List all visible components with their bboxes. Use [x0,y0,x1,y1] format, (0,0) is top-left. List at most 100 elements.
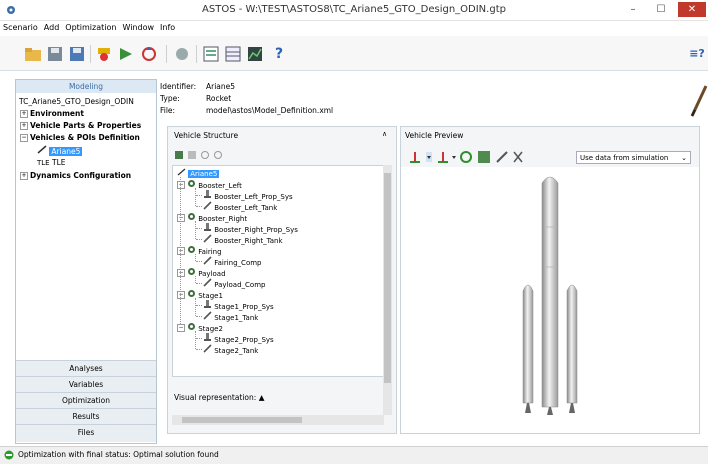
tree-node-tank[interactable]: Booster_Right_Tank [203,234,283,245]
close-button[interactable]: ✕ [678,2,706,17]
tree-node-group[interactable]: Payload [187,267,226,278]
tree-vertical-scrollbar[interactable] [383,165,392,415]
tree-node-propulsion[interactable]: Booster_Right_Prop_Sys [203,223,298,234]
engine-icon [204,333,211,341]
context-help-button[interactable]: ≡? [688,45,706,63]
menu-add[interactable]: Add [41,21,63,32]
collapse-panel-icon[interactable]: ∧ [382,130,387,138]
table-icon[interactable] [224,45,242,63]
save-as-icon[interactable] [68,45,86,63]
help-button[interactable]: ? [270,45,288,63]
visual-representation-label[interactable]: Visual representation: ▲ [174,393,264,402]
tank-icon [203,201,212,210]
tree-node-tank[interactable]: Stage2_Tank [203,344,258,355]
edit-pen-icon[interactable] [690,82,708,118]
plot-icon[interactable] [246,45,264,63]
mesh-view-icon[interactable] [478,151,490,163]
modeling-panel: Modeling TC_Ariane5_GTO_Design_ODIN + Env… [15,79,157,444]
rocket-model [522,176,578,415]
undo-icon[interactable] [201,151,209,159]
add-component-icon[interactable] [175,151,183,159]
tree-horizontal-scrollbar[interactable] [172,415,384,425]
data-source-dropdown[interactable]: Use data from simulation ⌄ [576,151,691,164]
identifier-label: Identifier: [160,82,197,91]
expand-icon[interactable]: + [20,172,28,180]
minimize-button[interactable]: – [620,2,646,17]
tree-node-tank[interactable]: Booster_Left_Tank [203,201,277,212]
vehicle-info: Identifier: Ariane5 Type: Rocket File: m… [160,80,708,122]
tank-icon [203,344,212,353]
nav-results[interactable]: Results [16,408,156,424]
tree-node-group[interactable]: Booster_Right [187,212,247,223]
axis-view-y-icon[interactable] [438,152,448,163]
collapse-icon[interactable]: − [177,324,185,332]
tree-node-root[interactable]: Ariane5 [177,168,220,178]
file-label: File: [160,106,176,115]
modeling-tree: TC_Ariane5_GTO_Design_ODIN + Environment … [19,97,155,183]
expand-icon[interactable]: + [20,122,28,130]
collapse-icon[interactable]: − [20,134,28,142]
run-dropdown-icon[interactable] [140,45,158,63]
collapse-icon[interactable]: − [177,181,185,189]
collapse-icon[interactable]: − [177,247,185,255]
report-icon[interactable] [202,45,220,63]
collapse-icon[interactable]: − [177,214,185,222]
tree-item-ariane5[interactable]: Ariane5 [19,145,155,158]
tree-item-vehicles-pois[interactable]: − Vehicles & POIs Definition [19,133,155,145]
stop-icon[interactable] [173,45,191,63]
refresh-icon[interactable] [460,151,472,163]
collapse-icon[interactable]: − [177,291,185,299]
tree-item-tle[interactable]: TLE TLE [19,158,155,171]
vehicle-structure-panel: Vehicle Structure ∧ Ariane5 − Booster_Lef… [167,126,397,434]
tree-node-propulsion[interactable]: Stage2_Prop_Sys [203,333,274,344]
redo-icon[interactable] [214,151,222,159]
expand-icon[interactable]: + [20,110,28,118]
chevron-down-icon: ⌄ [681,154,687,162]
tree-node-tank[interactable]: Stage1_Tank [203,311,258,322]
identifier-value: Ariane5 [206,82,236,91]
tree-node-tank[interactable]: Payload_Comp [203,278,265,289]
structure-toolbar [174,149,254,161]
status-bar: Optimization with final status: Optimal … [0,446,708,464]
tree-root[interactable]: TC_Ariane5_GTO_Design_ODIN [19,97,155,109]
nav-optimization[interactable]: Optimization [16,392,156,408]
measure-icon[interactable] [496,151,508,163]
preview-toolbar [407,149,579,165]
tree-node-tank[interactable]: Fairing_Comp [203,256,262,267]
open-folder-icon[interactable] [24,45,42,63]
collapse-icon[interactable]: − [177,269,185,277]
nav-analyses[interactable]: Analyses [16,360,156,376]
vehicle-structure-title: Vehicle Structure [174,131,239,140]
tank-icon [203,256,212,265]
axis-view-x-icon[interactable] [410,152,420,163]
view-dropdown2-icon[interactable] [452,156,456,159]
tank-icon [203,278,212,287]
menu-scenario[interactable]: Scenario [0,21,41,32]
rocket-preview-canvas[interactable] [401,167,699,433]
type-label: Type: [160,94,180,103]
rocket-icon [177,168,186,176]
add-group-icon[interactable] [188,151,196,159]
modeling-tab[interactable]: Modeling [16,80,156,93]
maximize-button[interactable]: ☐ [648,2,674,17]
medal-icon[interactable] [95,45,113,63]
cut-icon[interactable] [513,151,523,163]
menu-optimization[interactable]: Optimization [62,21,119,32]
tree-node-propulsion[interactable]: Booster_Left_Prop_Sys [203,190,293,201]
tree-node-group[interactable]: Stage1 [187,289,223,300]
view-dropdown-icon[interactable] [426,152,432,162]
save-icon[interactable] [46,45,64,63]
menu-window[interactable]: Window [119,21,157,32]
tree-node-group[interactable]: Stage2 [187,322,223,333]
core-stage [541,176,559,415]
run-icon[interactable] [117,45,135,63]
nav-files[interactable]: Files [16,424,156,442]
assembly-icon [188,246,195,253]
nav-variables[interactable]: Variables [16,376,156,392]
tree-item-environment[interactable]: + Environment [19,109,155,121]
menu-info[interactable]: Info [157,21,178,32]
tree-node-propulsion[interactable]: Stage1_Prop_Sys [203,300,274,311]
tree-item-vehicle-parts[interactable]: + Vehicle Parts & Properties [19,121,155,133]
tree-item-dynamics[interactable]: + Dynamics Configuration [19,171,155,183]
tree-node-group[interactable]: Fairing [187,245,222,256]
